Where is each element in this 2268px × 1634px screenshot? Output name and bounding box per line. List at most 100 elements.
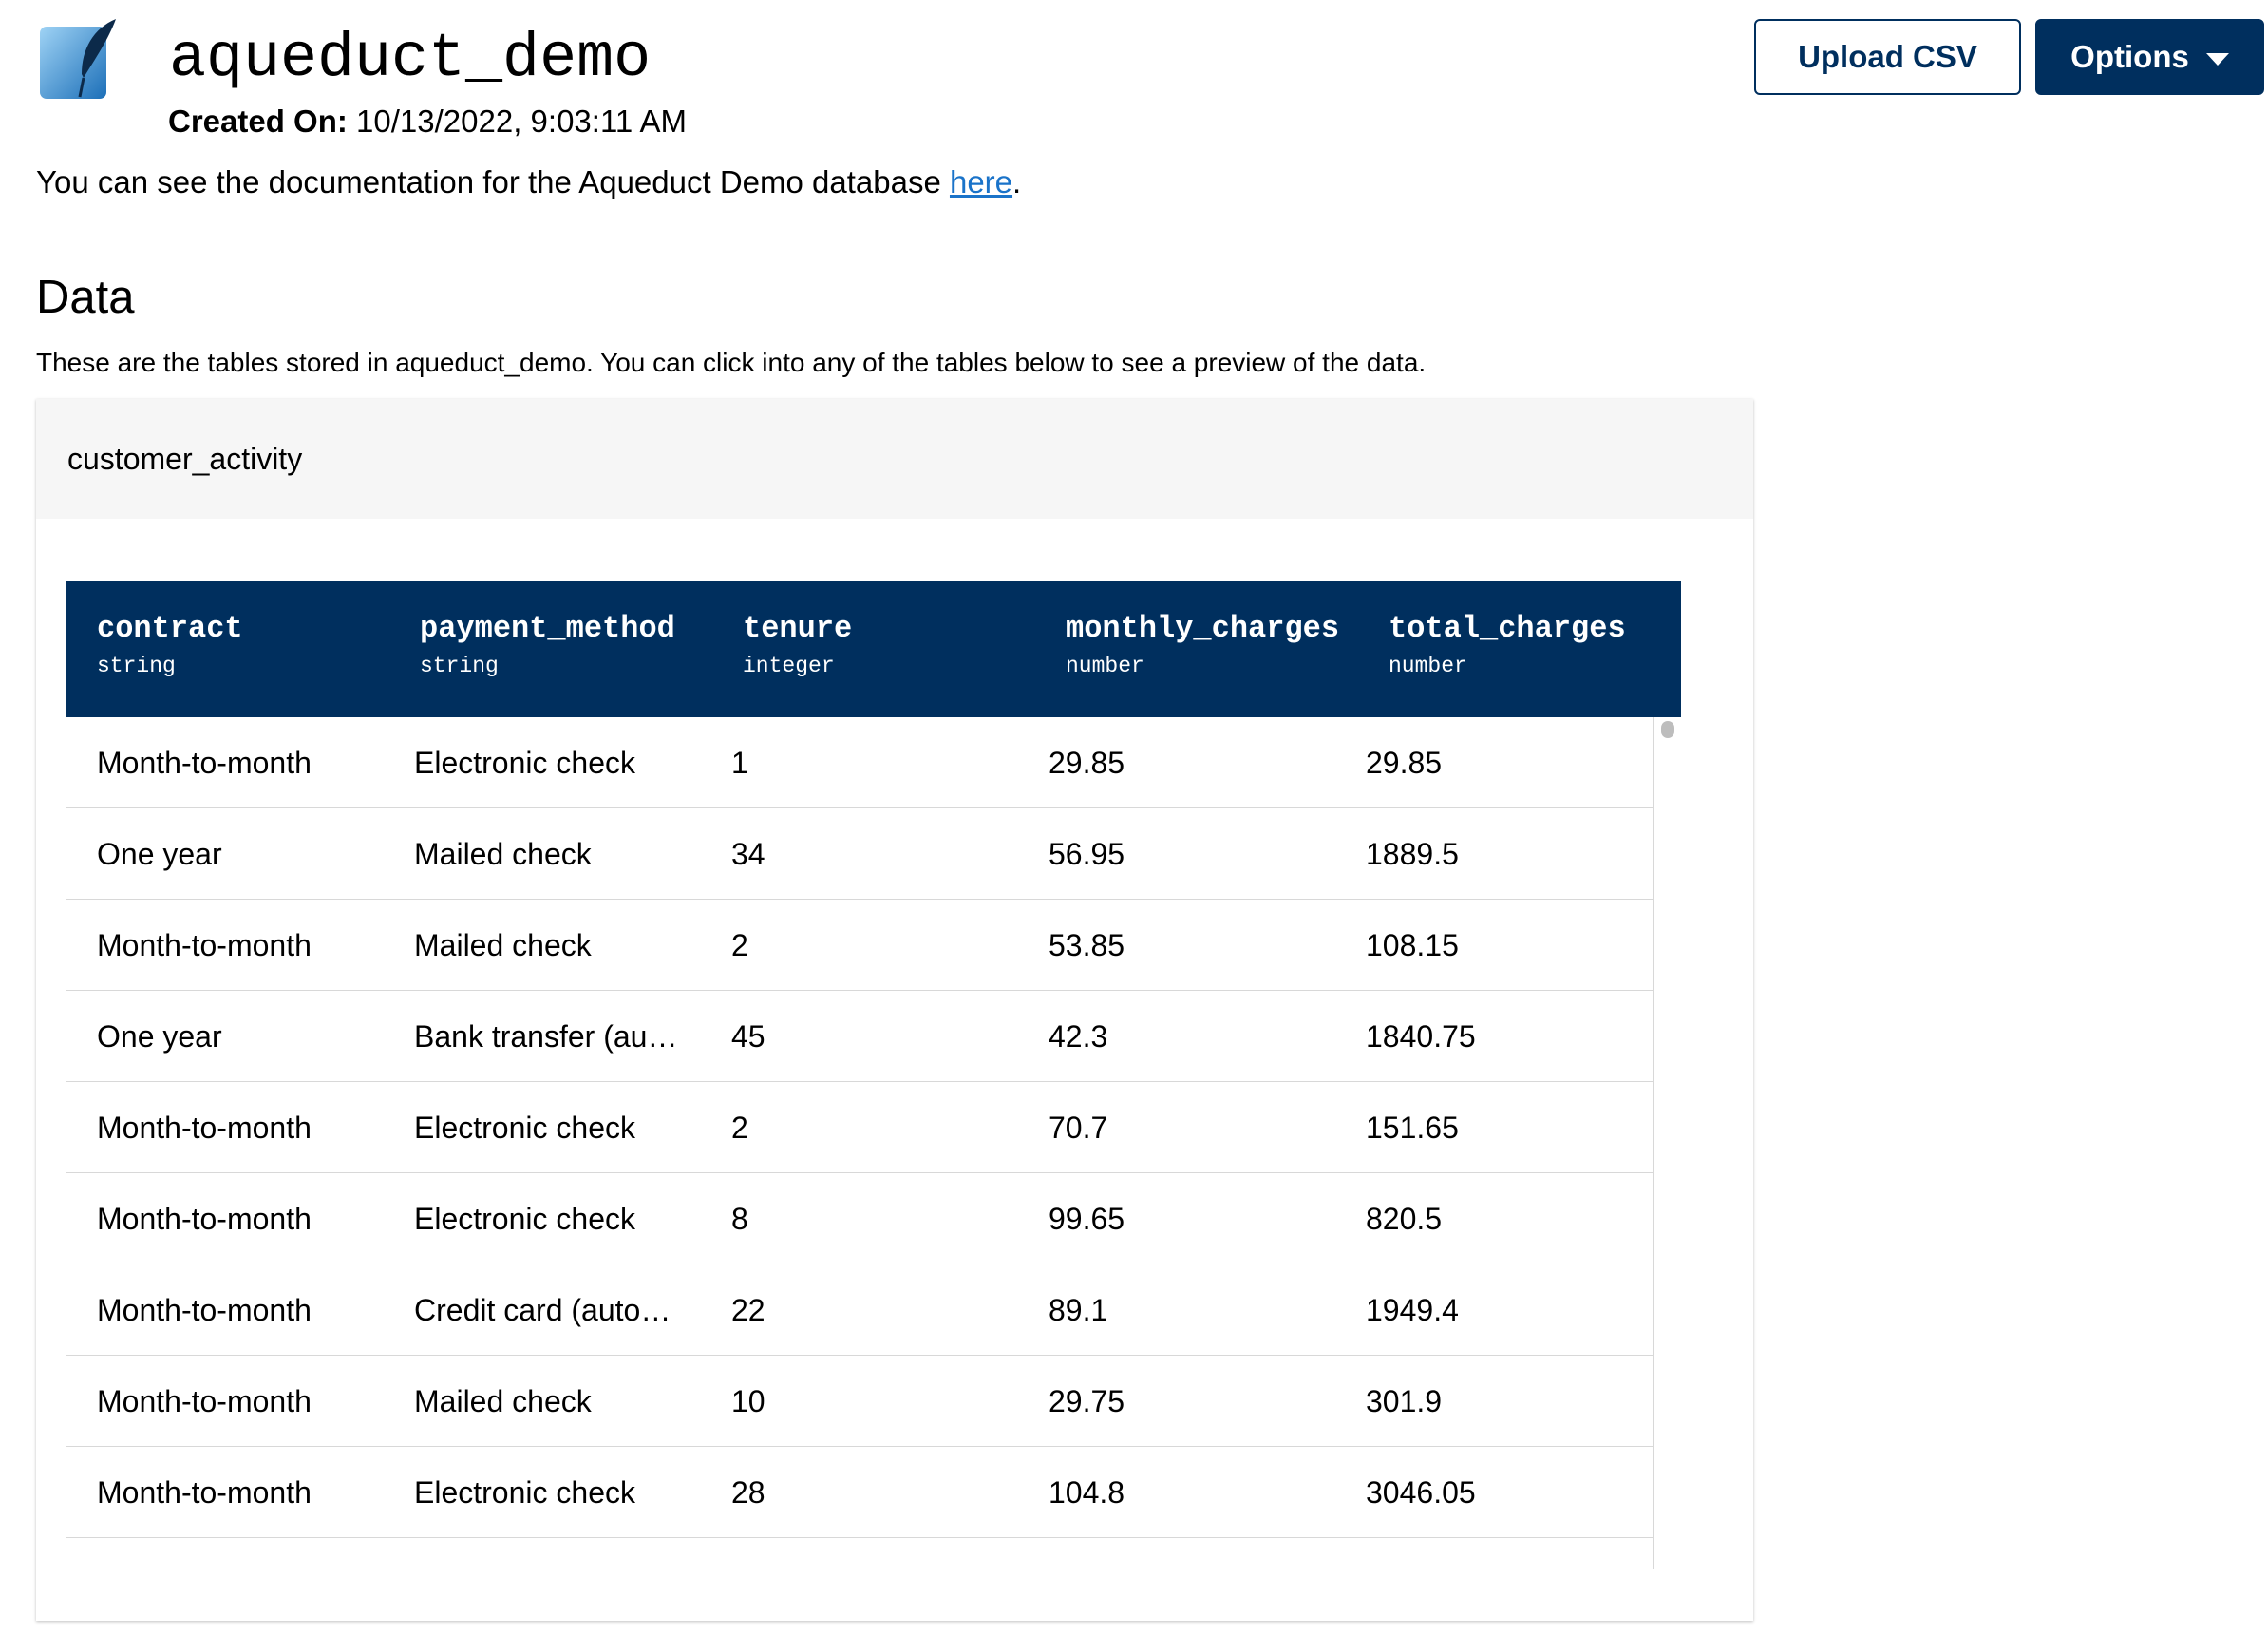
table-cell-tenure: 34 [731, 837, 765, 871]
table-cell-monthly-charges: 29.75 [1049, 1384, 1125, 1418]
table-cell-payment-method: Mailed check [414, 928, 592, 962]
column-header-tenure: tenure integer [712, 581, 1035, 717]
table-cell-monthly-charges: 42.3 [1049, 1019, 1108, 1054]
table-row[interactable]: Month-to-month Electronic check 2 70.7 151.6… [66, 1082, 1653, 1173]
column-type: integer [743, 654, 835, 678]
table-cell-monthly-charges: 29.85 [1049, 746, 1125, 780]
options-label: Options [2070, 39, 2189, 74]
vertical-scrollbar[interactable] [1653, 717, 1681, 1569]
table-cell-total-charges: 29.85 [1366, 746, 1443, 780]
table-row[interactable]: Month-to-month Credit card (auto… 22 89.1 19… [66, 1264, 1653, 1356]
table-cell-payment-method: Electronic check [414, 746, 635, 780]
table-cell-monthly-charges: 99.65 [1049, 1202, 1125, 1236]
table-cell-tenure: 1 [731, 746, 748, 780]
table-cell-monthly-charges: 89.1 [1049, 1293, 1108, 1327]
upload-csv-button[interactable]: Upload CSV [1754, 19, 2021, 95]
table-cell-contract: Month-to-month [97, 928, 312, 962]
data-section-title: Data [36, 272, 135, 323]
data-preview-table: contract string payment_method string tenure… [66, 581, 1681, 1569]
table-cell-tenure: 10 [731, 1384, 765, 1418]
column-header-monthly-charges: monthly_chargesnumber [1035, 581, 1358, 717]
table-cell-monthly-charges: 56.95 [1049, 837, 1125, 871]
table-cell-contract: Month-to-month [97, 1111, 312, 1145]
data-section-description: These are the tables stored in aqueduct_… [36, 348, 1427, 377]
table-row[interactable]: Month-to-month Mailed check 2 53.85 108.15 [66, 900, 1653, 991]
table-cell-contract: One year [97, 1019, 222, 1054]
column-header-payment-method: payment_methodstring [389, 581, 712, 717]
table-cell-payment-method: Mailed check [414, 1384, 592, 1418]
documentation-text: You can see the documentation for the Aq… [36, 164, 950, 200]
table-cell-payment-method: Electronic check [414, 1202, 635, 1236]
table-card-header[interactable]: customer_activity [36, 399, 1753, 519]
table-cell-payment-method: Electronic check [414, 1475, 635, 1510]
column-type: number [1066, 654, 1144, 678]
table-cell-total-charges: 3487.95 [1335, 1538, 1653, 1569]
created-on-label: Created On: [168, 104, 348, 139]
database-page: aqueduct_demo Created On: 10/13/2022, 9:… [0, 0, 2268, 1634]
table-cell-payment-method: Electronic check [414, 1111, 635, 1145]
table-row[interactable]: Month-to-month Electronic check 8 99.65 820.… [66, 1173, 1653, 1264]
table-cell-total-charges: 820.5 [1366, 1202, 1443, 1236]
scrollbar-thumb[interactable] [1661, 721, 1674, 738]
upload-csv-label: Upload CSV [1798, 39, 1977, 74]
table-cell-total-charges: 1949.4 [1366, 1293, 1459, 1327]
table-cell-tenure: 22 [731, 1293, 765, 1327]
database-title: aqueduct_demo [169, 24, 652, 94]
table-cell-monthly-charges: 53.85 [1049, 928, 1125, 962]
table-cell-total-charges: 1840.75 [1366, 1019, 1476, 1054]
column-type: string [97, 654, 176, 678]
documentation-link[interactable]: here [950, 164, 1012, 200]
table-cell-total-charges: 3046.05 [1366, 1475, 1476, 1510]
column-name: total_charges [1389, 611, 1626, 646]
table-cell-contract: Month-to-month [97, 1202, 312, 1236]
column-type: number [1389, 654, 1467, 678]
table-header-row: contract string payment_method string tenure… [66, 581, 1681, 717]
table-cell-monthly-charges: 70.7 [1049, 1111, 1108, 1145]
table-cell-tenure: 62 [701, 1538, 1018, 1569]
table-row[interactable]: Month-to-month Electronic check 28 104.8 304… [66, 1447, 1653, 1538]
chevron-down-icon [2205, 52, 2229, 66]
column-name: tenure [743, 611, 853, 646]
table-cell-contract: One year [97, 837, 222, 871]
created-on: Created On: 10/13/2022, 9:03:11 AM [168, 103, 687, 141]
options-dropdown-button[interactable]: Options [2035, 19, 2264, 95]
table-cell-contract: One year [66, 1538, 384, 1569]
table-row[interactable]: One year Mailed check 34 56.95 1889.5 [66, 808, 1653, 900]
table-cell-tenure: 28 [731, 1475, 765, 1510]
table-cell-total-charges: 108.15 [1366, 928, 1459, 962]
table-cell-monthly-charges: 104.8 [1049, 1475, 1125, 1510]
table-row[interactable]: One year Bank transfer (aut… 45 42.3 1840.75 [66, 991, 1653, 1082]
column-name: payment_method [420, 611, 675, 646]
column-name: monthly_charges [1066, 611, 1340, 646]
table-cell-contract: Month-to-month [97, 1384, 312, 1418]
table-row[interactable]: One yearBank transfer (aut…6256.153487.9… [66, 1538, 1653, 1569]
column-header-total-charges: total_chargesnumber [1358, 581, 1681, 717]
column-name: contract [97, 611, 243, 646]
table-cell-total-charges: 301.9 [1366, 1384, 1443, 1418]
table-cell-payment-method: Credit card (auto… [414, 1293, 671, 1327]
sqlite-quill-logo-icon [36, 17, 122, 103]
table-cell-contract: Month-to-month [97, 1293, 312, 1327]
table-cell-tenure: 2 [731, 1111, 748, 1145]
table-cell-tenure: 2 [731, 928, 748, 962]
table-row[interactable]: Month-to-month Electronic check 1 29.85 29.8… [66, 717, 1653, 808]
table-cell-total-charges: 151.65 [1366, 1111, 1459, 1145]
table-body[interactable]: Month-to-month Electronic check 1 29.85 29.8… [66, 717, 1681, 1569]
table-cell-tenure: 8 [731, 1202, 748, 1236]
table-row[interactable]: Month-to-month Mailed check 10 29.75 301.9 [66, 1356, 1653, 1447]
table-name: customer_activity [67, 441, 303, 476]
created-on-value: 10/13/2022, 9:03:11 AM [356, 104, 688, 139]
table-card: customer_activity contract string payment_… [36, 399, 1753, 1621]
column-header-contract: contract string [66, 581, 389, 717]
documentation-line: You can see the documentation for the Aq… [36, 162, 1021, 203]
table-cell-tenure: 45 [731, 1019, 765, 1054]
table-cell-contract: Month-to-month [97, 1475, 312, 1510]
table-cell-payment-method: Bank transfer (aut… [384, 1538, 701, 1569]
table-cell-contract: Month-to-month [97, 746, 312, 780]
table-cell-total-charges: 1889.5 [1366, 837, 1459, 871]
column-type: string [420, 654, 499, 678]
table-rows: Month-to-month Electronic check 1 29.85 29.8… [66, 717, 1653, 1569]
documentation-period: . [1012, 164, 1022, 200]
table-cell-monthly-charges: 56.15 [1018, 1538, 1335, 1569]
table-cell-payment-method: Bank transfer (aut… [414, 1019, 687, 1054]
